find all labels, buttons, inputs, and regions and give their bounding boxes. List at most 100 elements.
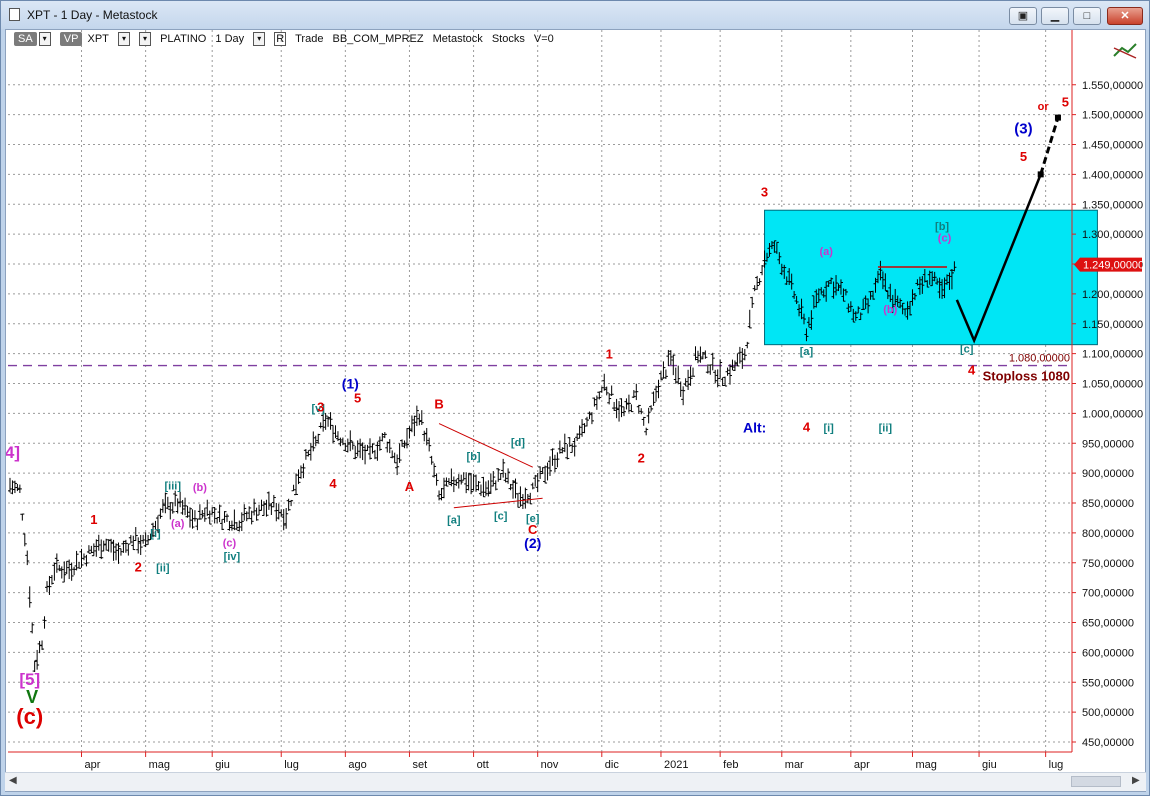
- chart-settings-icon: [1113, 43, 1137, 59]
- x-tick-label: nov: [541, 759, 559, 771]
- y-tick-label: 1.400,00000: [1082, 169, 1143, 181]
- wave-label: (b): [193, 482, 207, 494]
- last-price-label: 1.249,00000: [1083, 260, 1144, 272]
- stoploss-label: Stoploss 1080: [983, 369, 1070, 384]
- y-tick-label: 1.350,00000: [1082, 199, 1143, 211]
- y-tick-label: 900,00000: [1082, 468, 1134, 480]
- wave-label: 5: [1062, 94, 1069, 109]
- wave-label: [i]: [823, 422, 834, 434]
- r-button[interactable]: R: [274, 32, 287, 46]
- wave-label: 1: [606, 346, 613, 361]
- y-tick-label: 1.300,00000: [1082, 229, 1143, 241]
- symbol-label: XPT: [87, 33, 109, 45]
- wave-label: 5: [1020, 149, 1027, 164]
- x-tick-label: lug: [284, 759, 299, 771]
- wave-label: (2): [524, 535, 541, 551]
- x-tick-label: apr: [854, 759, 870, 771]
- x-tick-label: giu: [982, 759, 997, 771]
- y-tick-label: 850,00000: [1082, 498, 1134, 510]
- x-tick-label: dic: [605, 759, 620, 771]
- x-tick-label: mag: [149, 759, 170, 771]
- y-tick-label: 1.050,00000: [1082, 379, 1143, 391]
- wave-label: (c): [223, 538, 237, 550]
- wave-label: [iv]: [224, 551, 241, 563]
- symbol-list-icon[interactable]: ▾: [139, 32, 152, 47]
- wave-label: [b]: [935, 221, 949, 233]
- wave-label: 4: [968, 363, 976, 378]
- wave-label: A: [405, 479, 415, 494]
- y-tick-label: 1.500,00000: [1082, 110, 1143, 122]
- y-tick-label: 950,00000: [1082, 438, 1134, 450]
- x-tick-label: ott: [477, 759, 489, 771]
- restore-down-button[interactable]: ▣: [1009, 7, 1037, 25]
- maximize-button[interactable]: □: [1073, 7, 1101, 25]
- scroll-left-icon[interactable]: ◀: [9, 775, 17, 786]
- target-box: [764, 209, 1098, 346]
- symbol-dropdown-icon[interactable]: ▾: [117, 32, 130, 47]
- wave-label: 4]: [6, 443, 20, 462]
- title-bar[interactable]: XPT - 1 Day - Metastock ▣ ▁ □ ✕: [1, 1, 1149, 29]
- wave-label: (b): [883, 304, 897, 316]
- account-label: BB_COM_MPREZ: [332, 33, 424, 45]
- sa-button[interactable]: SA: [14, 32, 37, 46]
- y-tick-label: 1.100,00000: [1082, 349, 1143, 361]
- wave-label: [d]: [511, 437, 525, 449]
- y-tick-label: 1.550,00000: [1082, 80, 1143, 92]
- y-tick-label: 800,00000: [1082, 528, 1134, 540]
- window-title: XPT - 1 Day - Metastock: [27, 8, 158, 22]
- x-tick-label: apr: [85, 759, 101, 771]
- period-label: 1 Day: [215, 33, 245, 45]
- wave-label: Alt:: [743, 419, 766, 435]
- projection-dashed-path: [1039, 117, 1060, 175]
- vp-button[interactable]: VP: [59, 32, 83, 46]
- y-tick-label: 600,00000: [1082, 647, 1134, 659]
- sa-dropdown-icon[interactable]: ▾: [38, 32, 51, 47]
- wave-label: (c): [938, 232, 952, 244]
- wave-label: 1: [90, 512, 97, 527]
- wave-label: [c]: [960, 343, 974, 355]
- wave-label: [b]: [467, 451, 481, 463]
- application-window: XPT - 1 Day - Metastock ▣ ▁ □ ✕ 4] [5] V (c…: [0, 0, 1150, 796]
- wave-label: 2: [135, 560, 142, 575]
- wave-label: [ii]: [879, 422, 893, 434]
- wave-label: 4: [329, 476, 337, 491]
- y-tick-label: 1.150,00000: [1082, 319, 1143, 331]
- projection-marker: [1037, 171, 1044, 178]
- wave-label: (3): [1014, 121, 1032, 138]
- wave-label: [ii]: [156, 563, 170, 575]
- y-tick-label: 700,00000: [1082, 588, 1134, 600]
- y-tick-label: 1.200,00000: [1082, 289, 1143, 301]
- period-dropdown-icon[interactable]: ▾: [253, 32, 266, 47]
- price-chart[interactable]: 4][5]V(c)12[i][ii][iii](a)(b)(c)[iv][v]3…: [6, 30, 1146, 773]
- wave-label: 5: [354, 391, 361, 406]
- y-tick-label: 450,00000: [1082, 737, 1134, 749]
- wave-label: 2: [638, 450, 645, 465]
- source-label: Metastock: [432, 33, 483, 45]
- minimize-button[interactable]: ▁: [1041, 7, 1069, 25]
- wave-label: [a]: [447, 514, 461, 526]
- app-icon: [9, 8, 20, 21]
- scroll-right-icon[interactable]: ▶: [1132, 775, 1140, 786]
- y-tick-label: 1.000,00000: [1082, 408, 1143, 420]
- wave-label: 3: [761, 184, 768, 199]
- close-button[interactable]: ✕: [1107, 7, 1143, 25]
- y-tick-label: 650,00000: [1082, 618, 1134, 630]
- projection-marker: [1054, 114, 1061, 121]
- wave-label: (a): [819, 246, 833, 258]
- wave-label: (c): [16, 704, 43, 729]
- wave-label: [c]: [494, 511, 508, 523]
- scroll-thumb[interactable]: [1071, 776, 1121, 787]
- x-tick-label: feb: [723, 759, 738, 771]
- horizontal-scrollbar[interactable]: ◀ ▶: [5, 772, 1146, 791]
- wave-label: 4: [803, 419, 811, 434]
- trade-label: Trade: [295, 33, 324, 45]
- wave-label: [iii]: [164, 480, 181, 492]
- instrument-name: PLATINO: [160, 33, 207, 45]
- kind-label: Stocks: [491, 33, 525, 45]
- wave-label: or: [1038, 101, 1050, 113]
- y-tick-label: 550,00000: [1082, 677, 1134, 689]
- y-tick-label: 750,00000: [1082, 558, 1134, 570]
- x-tick-label: lug: [1049, 759, 1064, 771]
- x-tick-label: set: [412, 759, 427, 771]
- stoploss-value-label: 1.080,00000: [1009, 353, 1070, 365]
